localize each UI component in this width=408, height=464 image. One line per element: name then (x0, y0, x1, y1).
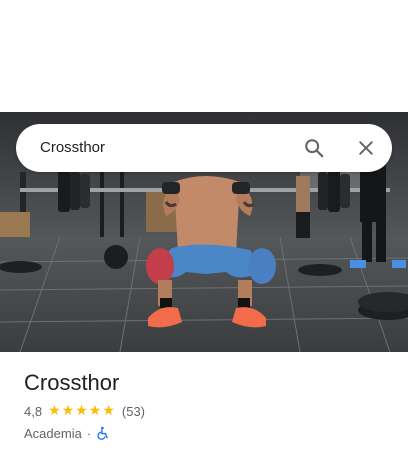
wheelchair-icon (96, 426, 110, 440)
search-input[interactable]: Crossthor (40, 124, 105, 172)
place-info[interactable]: Crossthor 4,8 ★ ★ ★ ★ ★ (53) Academia · (24, 368, 384, 442)
star-icon: ★ (102, 403, 115, 419)
close-icon[interactable] (352, 134, 380, 162)
star-icon: ★ (61, 403, 75, 419)
search-icon[interactable] (300, 134, 328, 162)
star-icon: ★ (75, 403, 88, 419)
place-category: Academia (24, 425, 82, 441)
map-blank-area (0, 0, 408, 112)
star-icon: ★ (88, 403, 102, 419)
review-count[interactable]: (53) (122, 404, 145, 419)
separator-dot: · (86, 425, 92, 441)
rating-row[interactable]: 4,8 ★ ★ ★ ★ ★ (53) (24, 402, 384, 420)
search-bar[interactable]: Crossthor (16, 124, 392, 172)
meta-row: Academia · (24, 424, 384, 442)
rating-stars: ★ ★ ★ ★ ★ (48, 404, 116, 418)
star-icon: ★ (48, 403, 61, 419)
rating-value: 4,8 (24, 403, 43, 419)
place-title: Crossthor (24, 370, 120, 395)
